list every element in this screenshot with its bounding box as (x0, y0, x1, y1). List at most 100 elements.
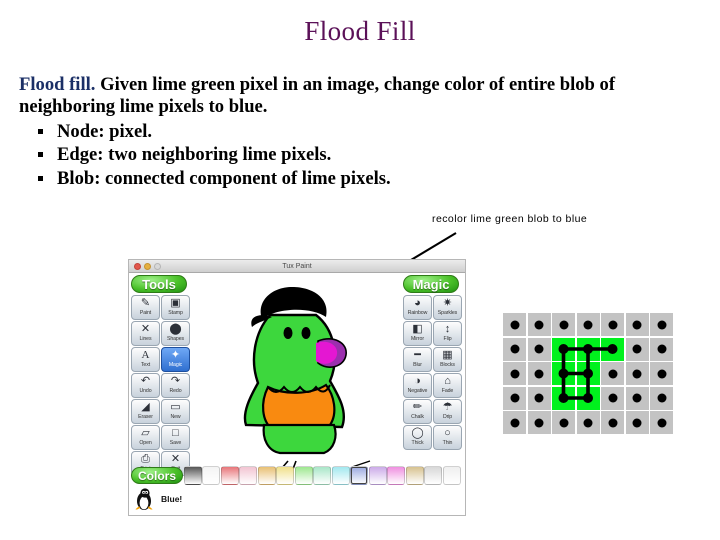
color-swatch-orange[interactable] (257, 465, 276, 485)
color-swatch-green[interactable] (294, 465, 313, 485)
redo-icon: ↷ (170, 375, 181, 387)
list-item: Blob: connected component of lime pixels… (38, 167, 703, 190)
color-swatch-yellow[interactable] (276, 465, 294, 485)
magic-button-label: Negative (407, 388, 428, 394)
tool-button-label: New (170, 414, 181, 420)
magic-flip-button[interactable]: ↕ Flip (433, 321, 462, 346)
open-folder-icon: ▱ (141, 427, 150, 439)
color-swatches (183, 465, 461, 485)
magic-panel-label: Magic (403, 275, 459, 293)
thick-icon: ◯ (411, 427, 424, 439)
shapes-icon: ⬤ (169, 323, 182, 335)
magic-blocks-button[interactable]: ▦ Blocks (433, 347, 462, 372)
paintbrush-icon: ✎ (140, 297, 151, 309)
magic-wand-icon: ✦ (170, 349, 181, 361)
colors-panel-label: Colors (131, 466, 183, 484)
magic-mirror-button[interactable]: ◧ Mirror (403, 321, 432, 346)
color-swatch-purple[interactable] (368, 465, 387, 485)
color-swatch-white[interactable] (202, 465, 220, 485)
sparkles-icon: ✷ (442, 297, 453, 309)
bullet-list: Node: pixel. Edge: two neighboring lime … (19, 120, 703, 190)
magic-sparkles-button[interactable]: ✷ Sparkles (433, 295, 462, 320)
minimize-icon[interactable] (144, 263, 151, 270)
magic-fade-button[interactable]: ⌂ Fade (433, 373, 462, 398)
magic-button-label: Sparkles (437, 310, 458, 316)
tool-stamp-button[interactable]: ▣ Stamp (161, 295, 190, 320)
graph-node (583, 344, 593, 354)
list-item: Edge: two neighboring lime pixels. (38, 143, 703, 166)
color-swatch-magenta[interactable] (387, 465, 405, 485)
slide: Flood Fill Flood fill. Given lime green … (0, 0, 720, 540)
stamp-icon: ▣ (170, 297, 181, 309)
magic-thick-button[interactable]: ◯ Thick (403, 425, 432, 450)
tool-button-label: Lines (139, 336, 152, 342)
tool-new-button[interactable]: ▭ New (161, 399, 190, 424)
tool-button-label: Shapes (167, 336, 184, 342)
tool-open-button[interactable]: ▱ Open (131, 425, 160, 450)
tool-save-button[interactable]: □ Save (161, 425, 190, 450)
mirror-icon: ◧ (412, 323, 423, 335)
magic-blur-button[interactable]: ━ Blur (403, 347, 432, 372)
magic-thin-button[interactable]: ○ Thin (433, 425, 462, 450)
lines-icon: ✕ (140, 323, 151, 335)
maximize-icon[interactable] (154, 263, 161, 270)
graph-node (558, 393, 569, 403)
drip-icon: ☂ (442, 401, 453, 413)
undo-icon: ↶ (140, 375, 151, 387)
color-swatch-grey[interactable] (424, 465, 442, 485)
flip-icon: ↕ (444, 323, 451, 335)
color-swatch-brown[interactable] (405, 465, 424, 485)
magic-rainbow-button[interactable]: ◕ Rainbow (403, 295, 432, 320)
color-swatch-black[interactable] (183, 465, 202, 485)
chalk-icon: ✏ (412, 401, 423, 413)
annotation-caption: recolor lime green blob to blue (432, 213, 588, 225)
tool-button-label: Redo (169, 388, 182, 394)
magic-drip-button[interactable]: ☂ Drip (433, 399, 462, 424)
list-item-label: Node: pixel. (57, 120, 153, 142)
magic-chalk-button[interactable]: ✏ Chalk (403, 399, 432, 424)
tool-shapes-button[interactable]: ⬤ Shapes (161, 321, 190, 346)
paragraph-text: Given lime green pixel in an image, chan… (19, 74, 616, 118)
list-item-label: Blob: connected component of lime pixels… (57, 167, 391, 189)
graph-node (583, 393, 593, 403)
graph-node (583, 368, 593, 379)
tool-magic-button[interactable]: ✦ Magic (161, 347, 190, 372)
text-icon: A (141, 349, 150, 361)
eraser-icon: ◢ (141, 401, 150, 413)
drawing-canvas[interactable] (192, 275, 404, 482)
tool-button-label: Undo (139, 388, 152, 394)
color-swatch-red[interactable] (220, 465, 239, 485)
tux-penguin-icon (135, 488, 153, 510)
color-swatch-pink[interactable] (239, 465, 257, 485)
color-swatch-cyan[interactable] (331, 465, 350, 485)
quit-icon: ✕ (170, 453, 181, 465)
magic-button-label: Fade (441, 388, 454, 394)
blur-icon: ━ (414, 349, 421, 361)
tool-redo-button[interactable]: ↷ Redo (161, 373, 190, 398)
tool-button-label: Save (169, 440, 182, 446)
tool-button-label: Paint (139, 310, 152, 316)
graph-node (607, 344, 618, 354)
tool-eraser-button[interactable]: ◢ Eraser (131, 399, 160, 424)
tool-paint-button[interactable]: ✎ Paint (131, 295, 160, 320)
tool-text-button[interactable]: A Text (131, 347, 160, 372)
magic-panel: Magic ◕ Rainbow ✷ Sparkles ◧ Mirror ↕ Flip ━ Blur… (403, 275, 463, 451)
magic-button-label: Thick (411, 440, 424, 446)
list-item-label: Edge: two neighboring lime pixels. (57, 144, 332, 166)
tool-lines-button[interactable]: ✕ Lines (131, 321, 160, 346)
page-title: Flood Fill (304, 16, 416, 46)
thin-icon: ○ (444, 427, 451, 439)
tool-button-label: Open (139, 440, 152, 446)
square-bullet-icon (38, 152, 43, 158)
color-swatch-aqua-green[interactable] (313, 465, 331, 485)
magic-negative-button[interactable]: ◑ Negative (403, 373, 432, 398)
bird-drawing (243, 287, 373, 482)
tool-undo-button[interactable]: ↶ Undo (131, 373, 160, 398)
color-swatch-light-grey[interactable] (442, 465, 461, 485)
rainbow-icon: ◕ (414, 297, 421, 309)
color-swatch-blue[interactable] (350, 465, 368, 485)
tools-grid: ✎ Paint ▣ Stamp ✕ Lines ⬤ Shapes A Text ✦ Magic ↶ Und… (131, 295, 191, 477)
close-icon[interactable] (134, 263, 141, 270)
negative-icon: ◑ (414, 375, 421, 387)
save-icon: □ (172, 427, 179, 439)
